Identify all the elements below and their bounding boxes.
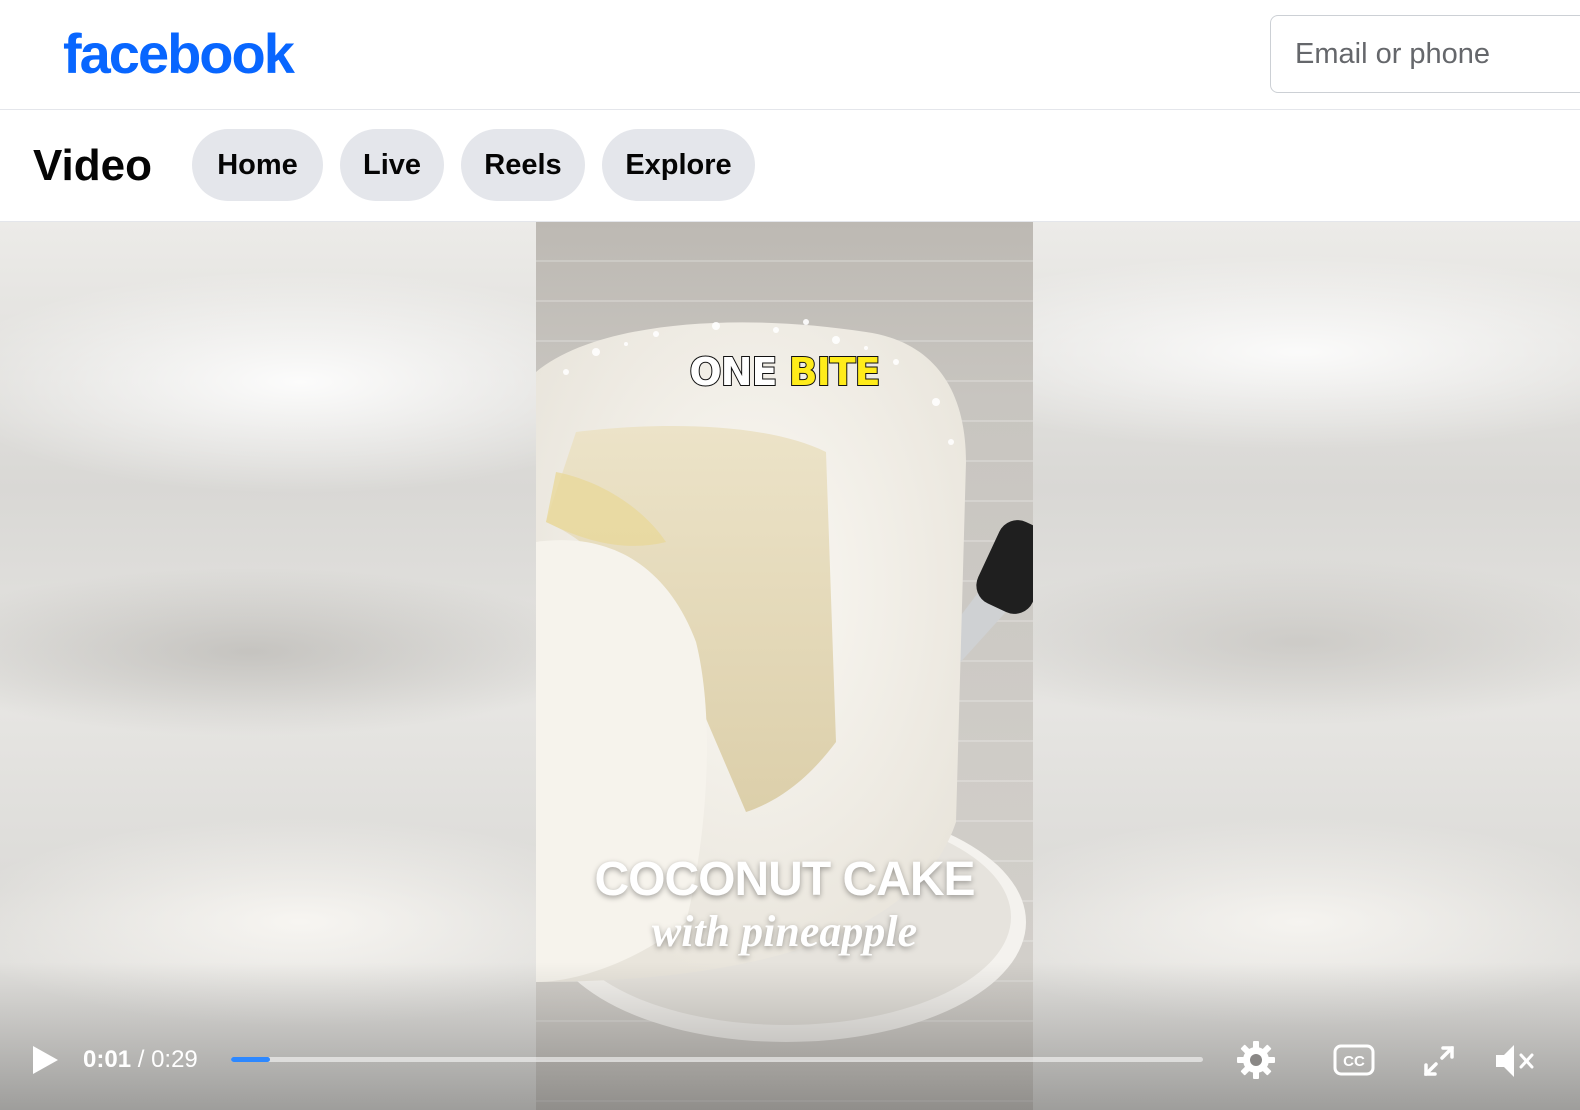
- expand-icon[interactable]: [1422, 1044, 1456, 1078]
- email-or-phone-input[interactable]: [1270, 15, 1580, 93]
- progress-fill: [231, 1057, 270, 1062]
- video-player[interactable]: ONE BITE COCONUT CAKE with pineapple 0:0…: [0, 222, 1580, 1110]
- play-icon[interactable]: [30, 1044, 60, 1076]
- overlay-subtitle: with pineapple: [651, 907, 918, 956]
- time-separator: /: [137, 1046, 145, 1073]
- facebook-logo[interactable]: facebook: [63, 22, 295, 86]
- svg-text:CC: CC: [1343, 1053, 1365, 1070]
- overlay-text-one-bite: ONE BITE: [688, 349, 881, 395]
- current-time: 0:01: [83, 1046, 132, 1073]
- tab-explore[interactable]: Explore: [602, 129, 755, 201]
- tab-home[interactable]: Home: [192, 129, 323, 201]
- time-display: 0:01 / 0:29: [83, 1046, 198, 1074]
- closed-captions-icon[interactable]: CC: [1333, 1044, 1375, 1076]
- page-title: Video: [33, 141, 153, 190]
- duration: 0:29: [151, 1046, 198, 1073]
- tab-live[interactable]: Live: [340, 129, 444, 201]
- controls-gradient: [0, 962, 1580, 1110]
- muted-speaker-icon[interactable]: [1494, 1042, 1536, 1080]
- progress-bar[interactable]: [231, 1057, 1203, 1062]
- overlay-title: COCONUT CAKE: [594, 853, 976, 906]
- tab-reels[interactable]: Reels: [461, 129, 585, 201]
- gear-icon[interactable]: [1236, 1040, 1276, 1080]
